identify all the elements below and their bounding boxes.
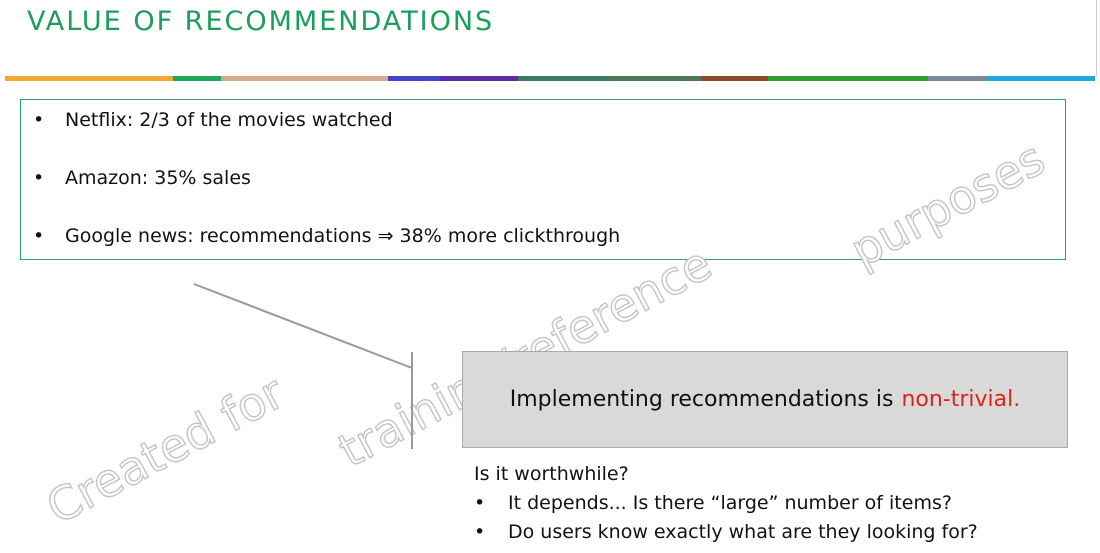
followup-item: • Do users know exactly what are they loo…: [474, 521, 978, 543]
slide: VALUE OF RECOMMENDATIONS • Netflix: 2/3 o…: [0, 0, 1100, 553]
followup-item: • It depends... Is there “large” number o…: [474, 492, 952, 514]
callout-highlight: non-trivial.: [901, 387, 1021, 412]
bullet-marker: •: [474, 521, 486, 543]
followup-question: Is it worthwhile?: [474, 463, 629, 485]
followup-text: It depends... Is there “large” number of…: [508, 492, 952, 514]
callout-text: Implementing recommendations is: [509, 387, 894, 412]
followup-text: Do users know exactly what are they look…: [508, 521, 978, 543]
callout-box: Implementing recommendations is non-triv…: [462, 351, 1068, 448]
bullet-marker: •: [474, 492, 486, 514]
